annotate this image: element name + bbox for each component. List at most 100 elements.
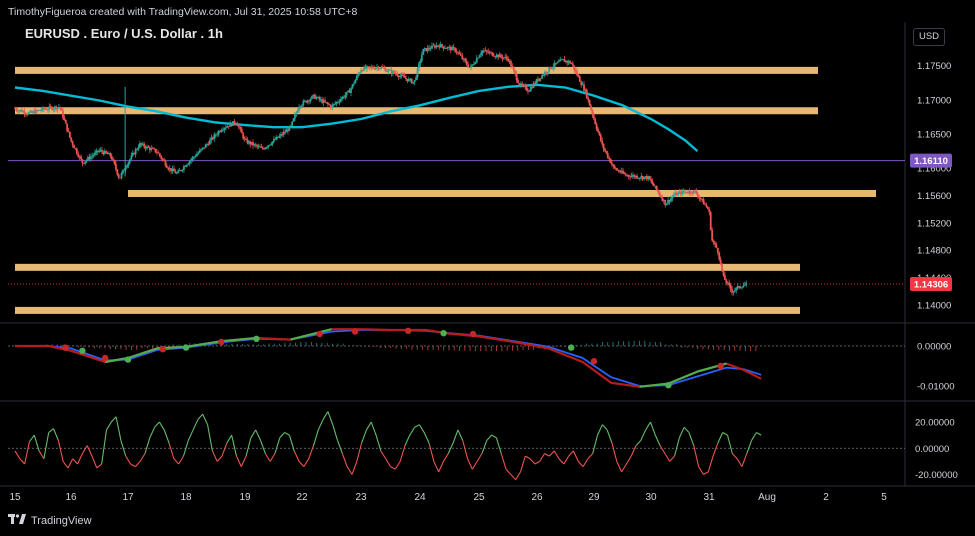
osc-seg-72	[361, 429, 367, 444]
candle-body-514	[742, 285, 745, 288]
candle-body-424	[615, 168, 618, 170]
candle-body-497	[718, 252, 721, 260]
osc-seg-31	[163, 429, 170, 444]
osc-seg-129	[635, 440, 642, 447]
candle-body-288	[422, 49, 425, 55]
osc-seg-41	[211, 450, 218, 462]
candle-body-409	[594, 118, 597, 124]
grid	[0, 22, 975, 487]
osc-seg-128	[630, 445, 637, 457]
candle-body-223	[328, 104, 331, 106]
osc-seg-106	[525, 455, 531, 460]
price-axis[interactable]: 1.175001.170001.165001.160001.156001.152…	[910, 61, 958, 481]
macd-tick-label-1: -0.01000	[917, 382, 955, 393]
osc-tick-label-0: 20.00000	[915, 418, 955, 429]
osc-seg-120	[592, 435, 599, 454]
candle-body-482	[697, 194, 699, 198]
osc-seg-124	[611, 442, 618, 462]
time-axis[interactable]: 15 16 17 18 19 22 23 24 25 26 29 30 31 Aug 2 5	[9, 492, 887, 503]
candle-body-199	[294, 114, 296, 119]
tradingview-logo-icon	[8, 514, 26, 527]
macd-cross-dot-14	[590, 358, 598, 365]
candle-body-106	[161, 158, 164, 160]
candle-body-45	[75, 148, 78, 154]
osc-seg-98	[486, 434, 493, 441]
candle-body-129	[194, 156, 197, 158]
macd-cross-dot-15	[665, 382, 672, 389]
candle-body-276	[405, 77, 407, 79]
candle-body-492	[711, 229, 714, 241]
osc-seg-122	[601, 424, 608, 431]
candle-body-324	[474, 62, 477, 65]
macd-cross-dot-1	[79, 347, 86, 354]
candle-body-433	[627, 175, 630, 177]
candle-body-171	[254, 144, 257, 146]
time-tick-label-0: 15	[9, 492, 21, 503]
candle-body-283	[415, 77, 417, 80]
osc-seg-114	[563, 455, 570, 465]
candle-body-347	[507, 58, 509, 61]
osc-seg-29	[154, 421, 160, 428]
candle-body-420	[609, 158, 612, 164]
candle-body-395	[574, 69, 577, 72]
candle-body-486	[702, 199, 705, 205]
candle-body-515	[743, 284, 746, 286]
osc-seg-105	[519, 455, 526, 473]
candle-body-263	[386, 71, 389, 73]
macd-cross-dot-6	[218, 338, 225, 346]
price-tick-label-6: 1.14800	[917, 246, 951, 257]
candle-body-21	[42, 107, 45, 110]
candle-body-396	[576, 71, 578, 76]
osc-seg-59	[298, 461, 305, 468]
candle-body-107	[163, 159, 165, 162]
candle-body-441	[638, 177, 641, 179]
candle-body-235	[345, 91, 348, 96]
osc-seg-97	[481, 440, 488, 454]
candle-body-411	[597, 128, 599, 132]
candle-body-130	[196, 154, 198, 157]
candle-body-418	[606, 153, 609, 158]
candle-body-397	[577, 75, 580, 77]
footer-brand[interactable]: TradingView	[8, 514, 92, 527]
candle-body-88	[136, 149, 138, 150]
osc-seg-56	[284, 432, 290, 436]
osc-seg-123	[606, 429, 613, 444]
osc-seg-50	[255, 429, 262, 441]
candle-body-24	[47, 109, 49, 111]
macd-cross-dot-12	[469, 330, 477, 338]
osc-seg-149	[731, 453, 738, 460]
candle-body-183	[271, 141, 274, 145]
candle-body-159	[237, 126, 240, 128]
candle-body-352	[514, 70, 517, 74]
macd-cross-dot-8	[316, 330, 323, 338]
candle-body-258	[379, 68, 381, 70]
candle-body-114	[173, 168, 175, 172]
candle-body-472	[682, 190, 685, 192]
candle-body-274	[402, 74, 404, 76]
symbol-title[interactable]: EURUSD . Euro / U.S. Dollar . 1h	[25, 26, 223, 41]
candle-body-309	[452, 47, 455, 48]
osc-seg-39	[202, 413, 209, 425]
candle-body-58	[94, 152, 96, 156]
candle-body-372	[542, 74, 545, 76]
osc-seg-51	[260, 440, 266, 454]
candle-body-422	[612, 164, 615, 166]
osc-seg-135	[664, 453, 671, 462]
candle-body-202	[298, 106, 300, 111]
price-tick-label-8: 1.14000	[917, 300, 951, 311]
osc-seg-60	[303, 458, 310, 467]
candle-body-70	[110, 156, 113, 160]
osc-seg-84	[418, 424, 425, 433]
osc-seg-36	[187, 429, 194, 441]
macd-cross-dot-3	[124, 356, 132, 363]
osc-seg-102	[505, 468, 512, 475]
osc-seg-49	[250, 429, 257, 439]
currency-button[interactable]: USD	[913, 28, 945, 46]
osc-seg-55	[279, 432, 286, 439]
osc-seg-3	[28, 434, 35, 443]
chart-canvas[interactable]: 1.175001.170001.165001.160001.156001.152…	[0, 0, 975, 536]
zone-3	[15, 263, 800, 271]
price-tick-label-1: 1.17000	[917, 95, 951, 106]
osc-seg-89	[442, 453, 449, 462]
candle-body-56	[91, 155, 94, 157]
